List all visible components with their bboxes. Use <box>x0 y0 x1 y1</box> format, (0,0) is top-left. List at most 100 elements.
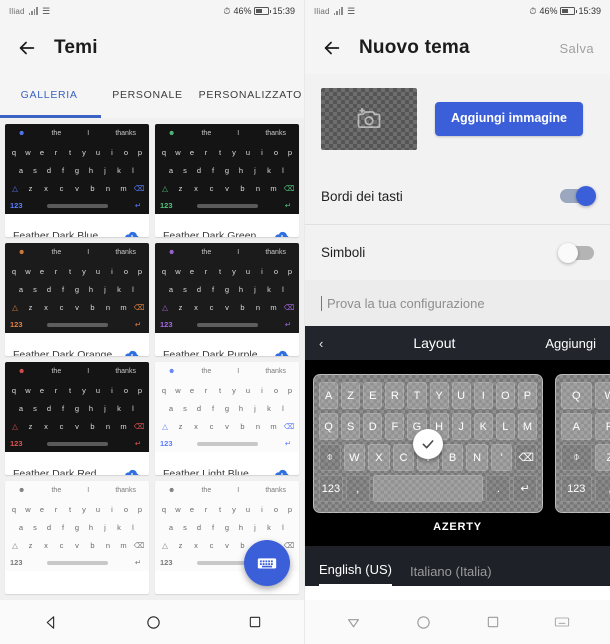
layout-key[interactable]: U <box>451 382 471 409</box>
key[interactable]: g <box>71 166 83 175</box>
key[interactable]: j <box>99 166 111 175</box>
key[interactable]: m <box>118 422 130 431</box>
layout-key[interactable]: ' <box>490 444 513 471</box>
backspace-icon[interactable]: ⌫ <box>133 541 145 550</box>
key[interactable]: c <box>206 184 218 193</box>
key[interactable]: o <box>120 148 132 157</box>
layout-key[interactable]: M <box>517 413 537 440</box>
key[interactable]: e <box>36 386 48 395</box>
shift-icon[interactable]: ⌽ <box>561 444 592 471</box>
key[interactable]: w <box>22 386 34 395</box>
key[interactable]: b <box>87 422 99 431</box>
key[interactable]: c <box>206 422 218 431</box>
key[interactable]: q <box>8 505 20 514</box>
key[interactable]: s <box>29 404 41 413</box>
key[interactable]: h <box>85 166 97 175</box>
backspace-icon[interactable]: ⌫ <box>133 184 145 193</box>
key[interactable]: z <box>25 541 37 550</box>
keyboard-fab-button[interactable] <box>244 540 290 586</box>
key[interactable]: h <box>85 404 97 413</box>
key[interactable]: c <box>56 184 68 193</box>
layout-key[interactable]: O <box>495 382 515 409</box>
key[interactable]: j <box>249 404 261 413</box>
key[interactable]: z <box>175 422 187 431</box>
test-config-field[interactable]: Prova la tua configurazione <box>305 280 610 326</box>
key[interactable]: f <box>57 523 69 532</box>
key[interactable]: h <box>235 166 247 175</box>
backspace-icon[interactable]: ⌫ <box>283 422 295 431</box>
period-key[interactable]: . <box>486 475 511 502</box>
key[interactable]: p <box>134 267 146 276</box>
key[interactable]: r <box>50 148 62 157</box>
back-triangle-icon[interactable] <box>345 614 362 631</box>
key[interactable]: d <box>43 166 55 175</box>
key[interactable]: w <box>22 267 34 276</box>
key[interactable]: f <box>207 166 219 175</box>
key[interactable]: y <box>78 148 90 157</box>
key[interactable]: i <box>106 386 118 395</box>
key[interactable]: m <box>118 303 130 312</box>
key[interactable]: z <box>25 422 37 431</box>
shift-icon[interactable]: △ <box>9 541 21 550</box>
key[interactable]: x <box>40 303 52 312</box>
key[interactable]: t <box>64 148 76 157</box>
keyboard-icon[interactable] <box>554 614 570 630</box>
key[interactable]: d <box>193 166 205 175</box>
key[interactable]: q <box>8 386 20 395</box>
key[interactable]: o <box>270 267 282 276</box>
key[interactable]: b <box>237 303 249 312</box>
backspace-icon[interactable]: ⌫ <box>515 444 538 471</box>
key[interactable]: l <box>127 404 139 413</box>
key[interactable]: i <box>256 148 268 157</box>
key[interactable]: f <box>207 404 219 413</box>
key[interactable]: v <box>221 541 233 550</box>
language-tab-italian[interactable]: Italiano (Italia) <box>410 564 492 586</box>
key[interactable]: o <box>120 386 132 395</box>
num-key[interactable]: 123 <box>561 475 592 502</box>
key[interactable]: z <box>175 303 187 312</box>
key[interactable]: l <box>277 404 289 413</box>
key[interactable]: g <box>221 166 233 175</box>
key[interactable]: k <box>263 166 275 175</box>
layout-key[interactable]: Q <box>319 413 339 440</box>
key[interactable]: j <box>249 523 261 532</box>
key[interactable]: n <box>102 184 114 193</box>
key[interactable]: a <box>165 523 177 532</box>
key[interactable]: y <box>228 267 240 276</box>
key[interactable]: s <box>29 285 41 294</box>
key[interactable]: h <box>85 285 97 294</box>
num-key[interactable]: 123 <box>10 201 23 210</box>
key[interactable]: q <box>158 267 170 276</box>
key[interactable]: a <box>15 166 27 175</box>
language-tab-english[interactable]: English (US) <box>319 562 392 586</box>
key[interactable]: n <box>102 303 114 312</box>
key[interactable]: b <box>87 184 99 193</box>
enter-icon[interactable]: ↵ <box>132 558 144 567</box>
theme-card[interactable]: ☻theIthanksqwertyuiopasdfghjkl△zxcvbnm⌫1… <box>5 124 149 237</box>
key[interactable]: y <box>78 505 90 514</box>
key[interactable]: d <box>193 285 205 294</box>
key[interactable]: v <box>71 541 83 550</box>
key[interactable]: r <box>50 386 62 395</box>
add-image-button[interactable]: Aggiungi immagine <box>435 102 583 136</box>
space-key[interactable] <box>196 203 258 208</box>
key[interactable]: t <box>64 505 76 514</box>
key[interactable]: s <box>179 166 191 175</box>
key[interactable]: x <box>190 184 202 193</box>
key[interactable]: i <box>256 267 268 276</box>
key[interactable]: w <box>22 148 34 157</box>
key[interactable]: o <box>270 148 282 157</box>
key[interactable]: r <box>200 505 212 514</box>
layout-key[interactable]: A <box>319 382 339 409</box>
save-button[interactable]: Salva <box>559 41 594 56</box>
key[interactable]: u <box>92 148 104 157</box>
home-circle-icon[interactable] <box>145 614 162 631</box>
enter-icon[interactable]: ↵ <box>132 439 144 448</box>
key[interactable]: u <box>242 148 254 157</box>
theme-card[interactable]: ☻theIthanksqwertyuiopasdfghjkl△zxcvbnm⌫1… <box>5 362 149 475</box>
key[interactable]: s <box>179 404 191 413</box>
download-cloud-icon[interactable] <box>123 228 141 238</box>
key[interactable]: l <box>127 523 139 532</box>
theme-card[interactable]: ☻theIthanksqwertyuiopasdfghjkl△zxcvbnm⌫1… <box>5 481 149 594</box>
key[interactable]: c <box>206 303 218 312</box>
